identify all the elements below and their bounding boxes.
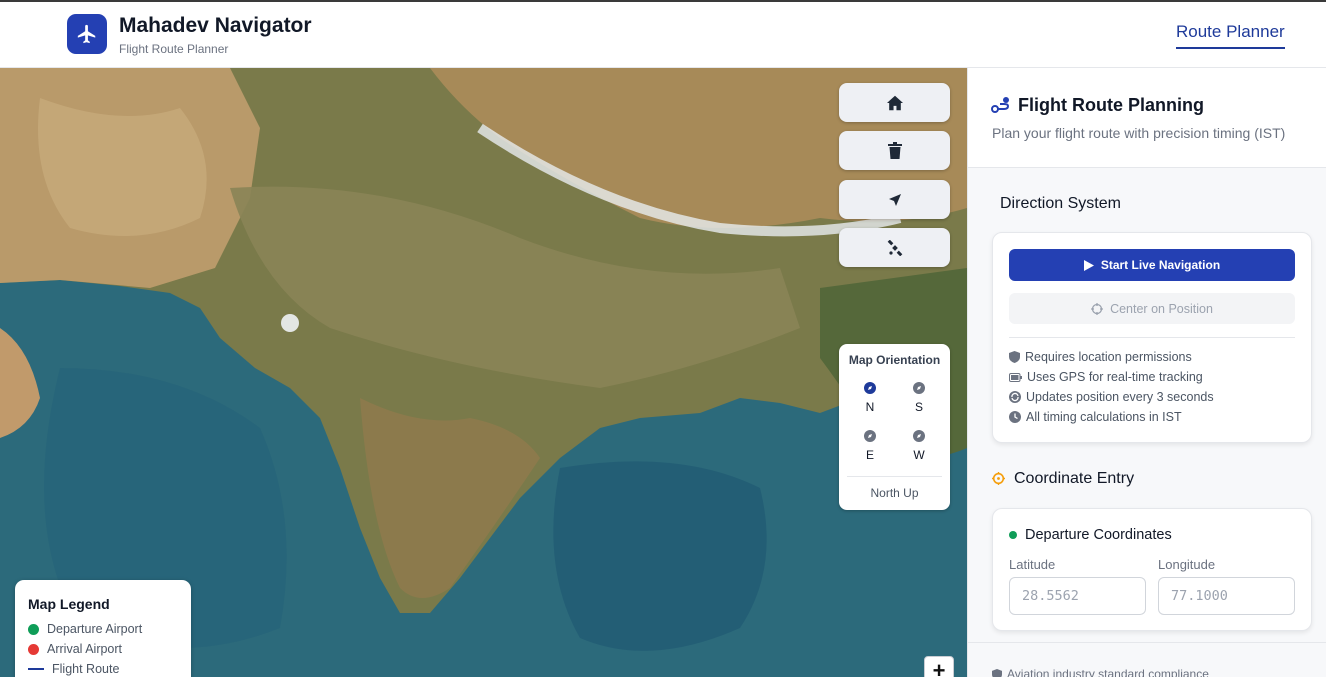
locate-button[interactable] bbox=[839, 180, 950, 219]
info-item: All timing calculations in IST bbox=[1009, 410, 1182, 424]
orientation-title: Map Orientation bbox=[848, 353, 941, 367]
map-orientation-panel: Map Orientation N S E W North Up bbox=[839, 344, 950, 510]
info-item: Requires location permissions bbox=[1009, 350, 1192, 364]
red-dot-icon bbox=[28, 643, 39, 655]
divider bbox=[1009, 337, 1295, 338]
shield-icon bbox=[992, 668, 1002, 677]
direction-label: N bbox=[865, 400, 875, 414]
start-navigation-label: Start Live Navigation bbox=[1100, 258, 1221, 272]
panel-subtitle: Plan your flight route with precision ti… bbox=[992, 125, 1286, 141]
legend-title: Map Legend bbox=[28, 596, 110, 612]
app-subtitle: Flight Route Planner bbox=[119, 42, 229, 56]
departure-coordinates-card: Departure Coordinates Latitude Longitude… bbox=[992, 508, 1312, 631]
clock-icon bbox=[1009, 411, 1021, 423]
legend-item: Arrival Airport bbox=[28, 642, 122, 656]
app-logo[interactable] bbox=[67, 14, 107, 54]
coordinate-entry-title: Coordinate Entry bbox=[1014, 470, 1135, 487]
departure-latitude-input[interactable]: 28.5562 bbox=[1009, 577, 1146, 615]
center-position-label: Center on Position bbox=[1110, 301, 1213, 316]
direction-label: E bbox=[865, 448, 874, 462]
legend-item: Flight Route bbox=[28, 662, 119, 676]
shield-icon bbox=[1009, 351, 1020, 363]
sync-icon bbox=[1009, 391, 1021, 403]
map-legend: Map Legend Departure Airport Arrival Air… bbox=[15, 580, 191, 677]
nav-route-planner[interactable]: Route Planner bbox=[1176, 22, 1285, 49]
satellite-map[interactable]: Map Orientation N S E W North Up Map Leg… bbox=[0, 68, 967, 677]
trash-icon bbox=[887, 142, 902, 159]
compass-icon bbox=[864, 382, 876, 394]
route-line-icon bbox=[28, 668, 44, 670]
orient-north-button[interactable]: N bbox=[855, 382, 885, 414]
direction-label: S bbox=[914, 400, 923, 414]
route-planning-panel: Flight Route Planning Plan your flight r… bbox=[967, 68, 1326, 677]
info-item: Uses GPS for real-time tracking bbox=[1009, 370, 1203, 384]
crosshair-icon bbox=[1091, 302, 1104, 315]
info-text: Updates position every 3 seconds bbox=[1026, 390, 1214, 404]
battery-icon bbox=[1009, 372, 1022, 382]
orientation-status: North Up bbox=[870, 486, 919, 500]
info-text: Requires location permissions bbox=[1025, 350, 1192, 364]
home-button[interactable] bbox=[839, 83, 950, 122]
direction-label: W bbox=[913, 448, 925, 462]
info-text: Uses GPS for real-time tracking bbox=[1027, 370, 1203, 384]
latitude-label: Latitude bbox=[1009, 557, 1056, 572]
start-live-navigation-button[interactable]: Start Live Navigation bbox=[1009, 249, 1295, 281]
satellite-icon bbox=[887, 239, 902, 256]
home-icon bbox=[886, 95, 903, 110]
departure-coordinates-heading: Departure Coordinates bbox=[1009, 527, 1172, 543]
play-icon bbox=[1083, 259, 1094, 271]
compliance-note: Aviation industry standard compliance bbox=[992, 667, 1209, 677]
location-arrow-icon bbox=[888, 193, 901, 206]
satellite-button[interactable] bbox=[839, 228, 950, 267]
divider bbox=[847, 476, 942, 477]
green-dot-icon bbox=[28, 623, 39, 635]
direction-system-card: Start Live Navigation Center on Position… bbox=[992, 232, 1312, 443]
center-on-position-button[interactable]: Center on Position bbox=[1009, 293, 1295, 324]
panel-title: Flight Route Planning bbox=[1018, 95, 1204, 115]
departure-title: Departure Coordinates bbox=[1025, 527, 1172, 543]
legend-label: Flight Route bbox=[52, 662, 120, 676]
compass-icon bbox=[864, 430, 876, 442]
legend-item: Departure Airport bbox=[28, 622, 142, 636]
longitude-label: Longitude bbox=[1158, 557, 1216, 572]
clear-route-button[interactable] bbox=[839, 131, 950, 170]
zoom-in-button[interactable]: + bbox=[924, 656, 954, 677]
orient-east-button[interactable]: E bbox=[855, 430, 885, 462]
info-item: Updates position every 3 seconds bbox=[1009, 390, 1214, 404]
legend-label: Arrival Airport bbox=[47, 642, 123, 656]
compliance-text: Aviation industry standard compliance bbox=[1007, 667, 1209, 677]
green-dot-icon bbox=[1009, 531, 1017, 539]
airplane-icon bbox=[77, 24, 96, 44]
direction-system-title: Direction System bbox=[1000, 195, 1121, 212]
orient-west-button[interactable]: W bbox=[904, 430, 934, 462]
legend-label: Departure Airport bbox=[47, 622, 143, 636]
app-title: Mahadev Navigator bbox=[119, 14, 312, 37]
orient-south-button[interactable]: S bbox=[904, 382, 934, 414]
compass-icon bbox=[913, 430, 925, 442]
top-navbar: Mahadev Navigator Flight Route Planner R… bbox=[0, 0, 1326, 68]
panel-footer: Aviation industry standard compliance bbox=[968, 642, 1326, 677]
departure-longitude-input[interactable]: 77.1000 bbox=[1158, 577, 1295, 615]
panel-header: Flight Route Planning Plan your flight r… bbox=[968, 68, 1326, 168]
info-text: All timing calculations in IST bbox=[1026, 410, 1182, 424]
crosshair-icon bbox=[992, 472, 1005, 485]
compass-icon bbox=[913, 382, 925, 394]
route-icon bbox=[991, 97, 1010, 113]
